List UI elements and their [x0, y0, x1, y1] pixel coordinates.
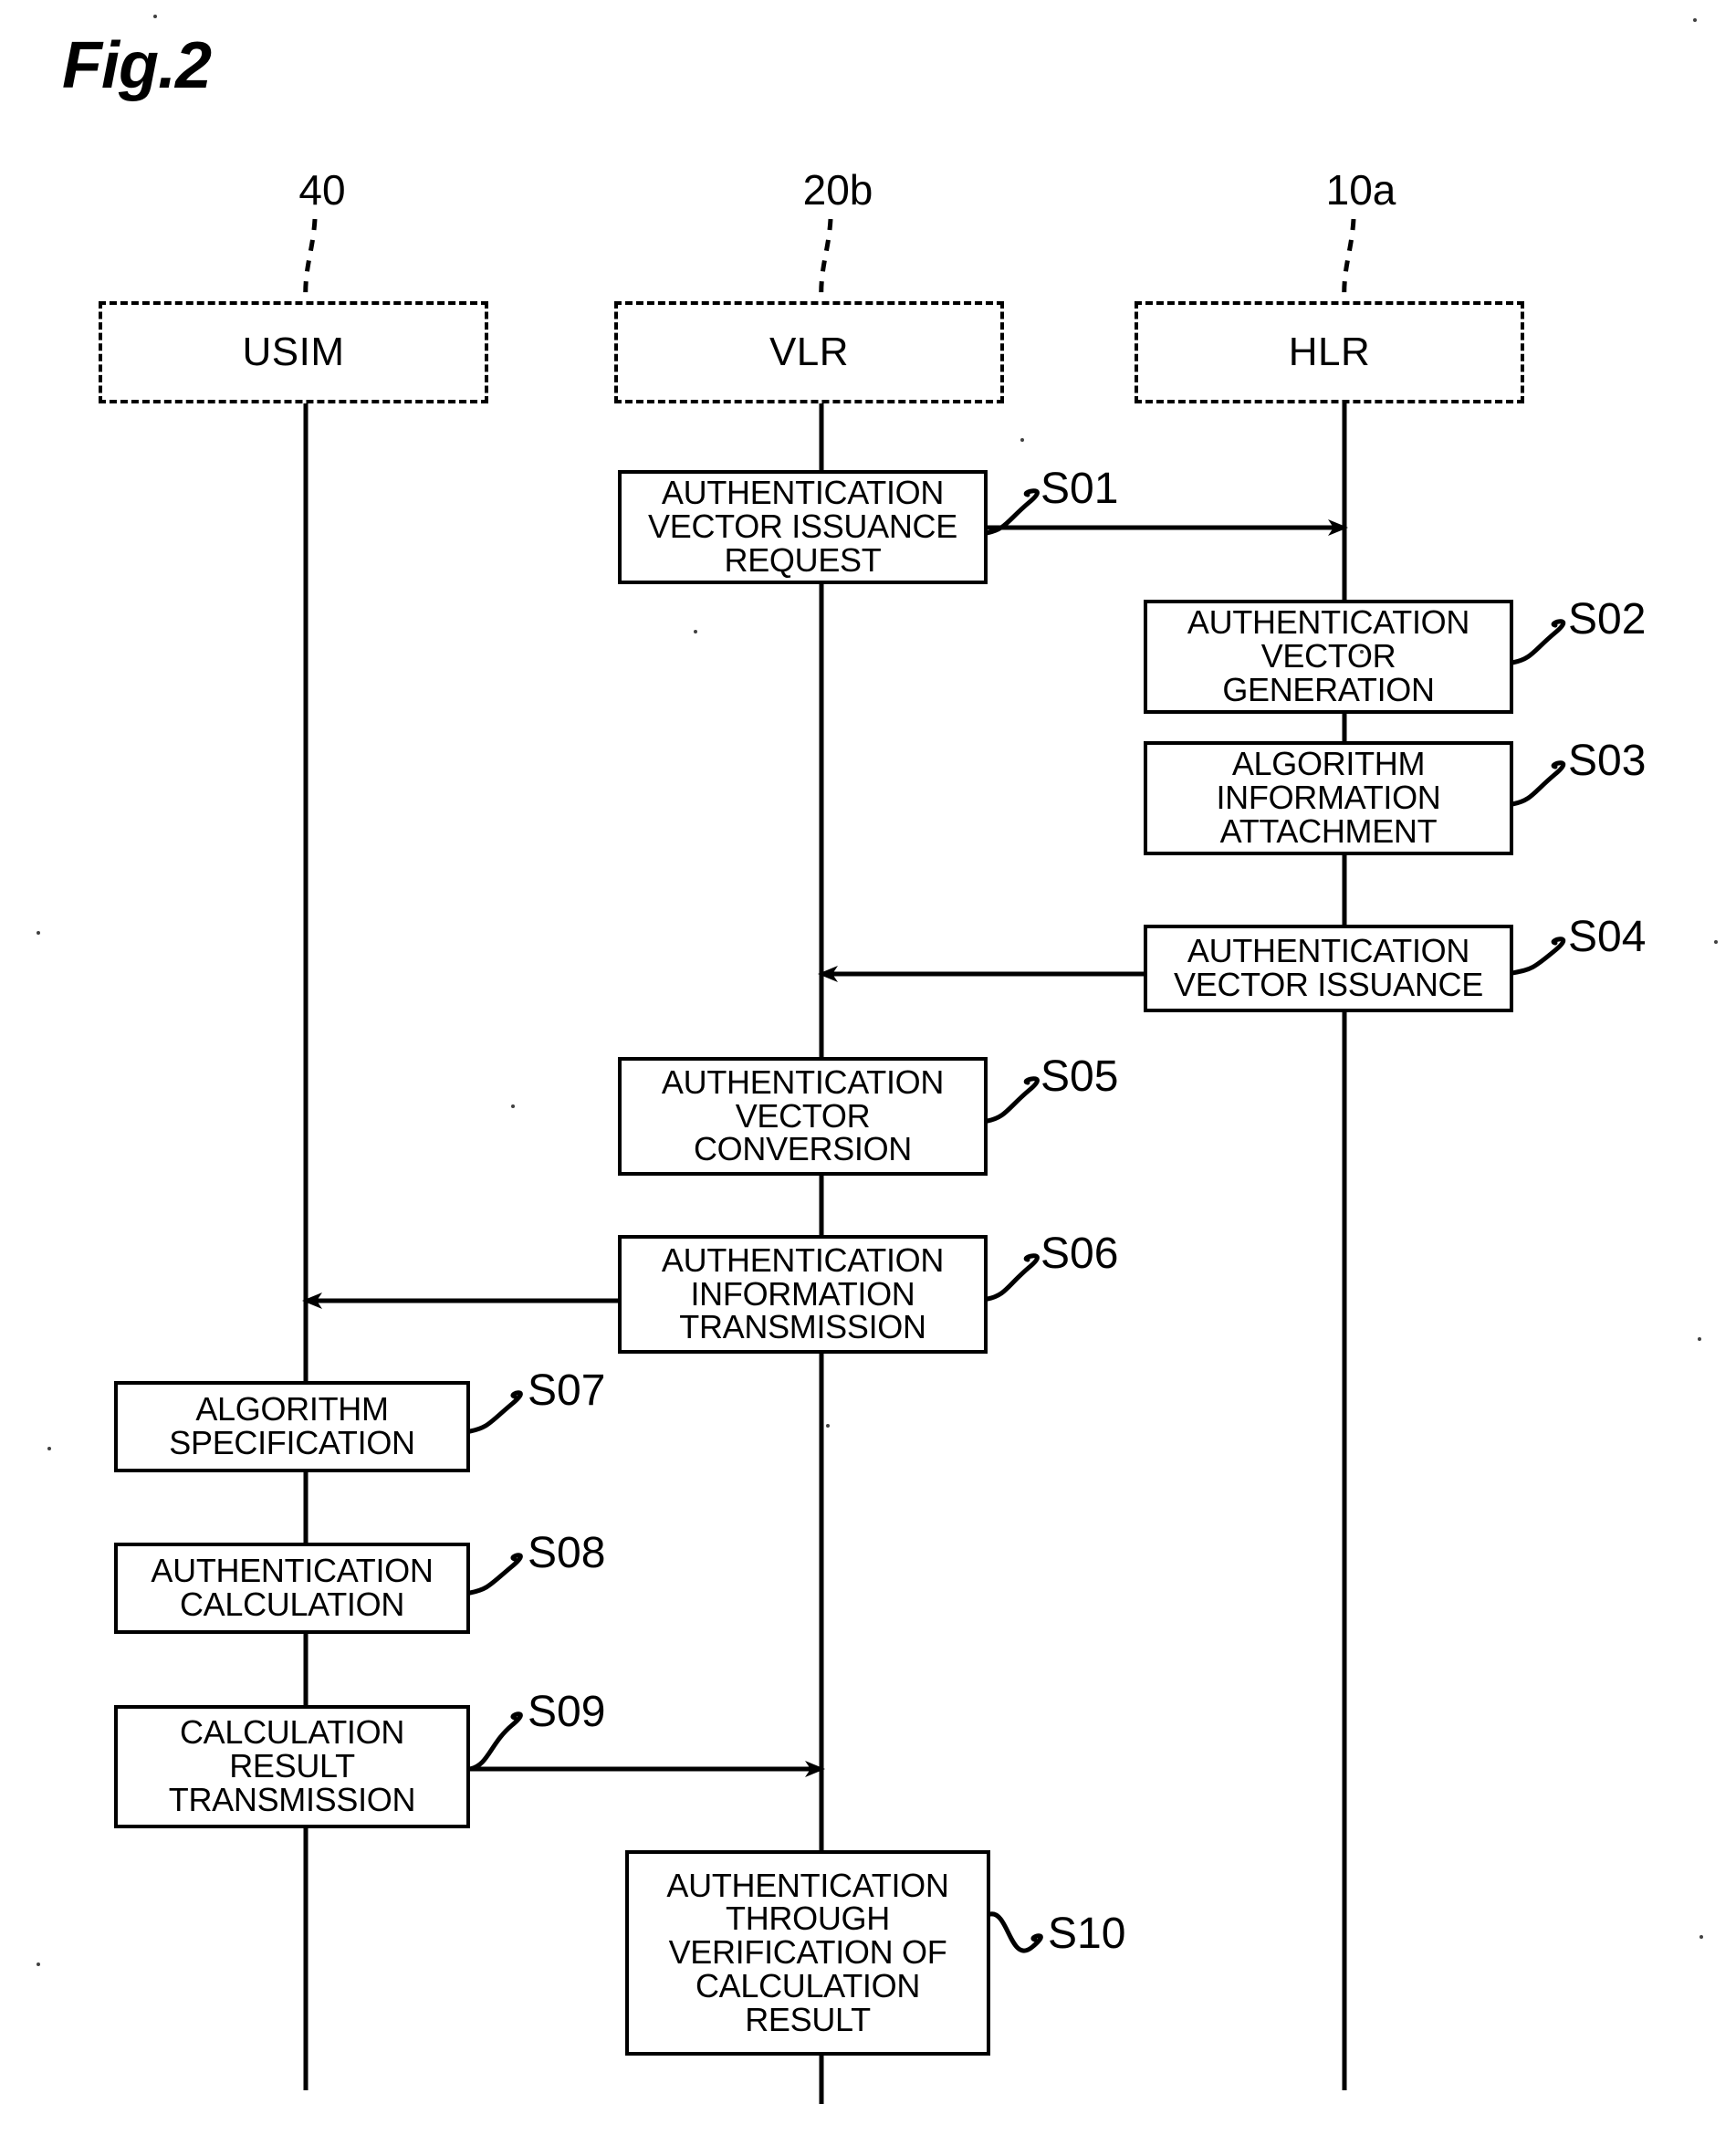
step-label-s04: AUTHENTICATION VECTOR ISSUANCE — [1174, 932, 1483, 1003]
actor-box-usim: USIM — [99, 301, 488, 403]
step-number-s10: S10 — [1048, 1910, 1126, 1958]
step-number-s07: S07 — [528, 1366, 606, 1415]
step-label-s06: AUTHENTICATION INFORMATION TRANSMISSION — [661, 1240, 945, 1346]
step-box-s01: AUTHENTICATION VECTOR ISSUANCE REQUEST — [618, 470, 988, 584]
scan-speck — [826, 1424, 830, 1428]
step-number-s04: S04 — [1568, 913, 1647, 961]
step-label-s10: AUTHENTICATION THROUGH VERIFICATION OF C… — [666, 1866, 949, 2038]
step-number-s06: S06 — [1041, 1230, 1119, 1278]
step-box-s07: ALGORITHM SPECIFICATION — [114, 1381, 470, 1472]
step-number-s01: S01 — [1041, 465, 1119, 513]
step-number-s02: S02 — [1568, 595, 1647, 644]
actor-label-usim: USIM — [242, 330, 345, 374]
scan-speck — [1714, 940, 1718, 944]
step-box-s05: AUTHENTICATION VECTOR CONVERSION — [618, 1057, 988, 1176]
step-number-s09: S09 — [528, 1688, 606, 1736]
step-number-s03: S03 — [1568, 737, 1647, 785]
step-box-s04: AUTHENTICATION VECTOR ISSUANCE — [1144, 925, 1513, 1012]
step-label-s05: AUTHENTICATION VECTOR CONVERSION — [661, 1062, 945, 1168]
figure-canvas: Fig.2 40 20b 10a USIM VLR HLR AUTHENTICATION… — [0, 0, 1736, 2156]
actor-box-vlr: VLR — [614, 301, 1004, 403]
step-number-s05: S05 — [1041, 1052, 1119, 1101]
scan-speck — [37, 1962, 40, 1966]
step-label-s09: CALCULATION RESULT TRANSMISSION — [168, 1713, 416, 1818]
reference-numeral-hlr: 10a — [1325, 166, 1396, 214]
scan-speck — [1020, 438, 1024, 442]
step-box-s06: AUTHENTICATION INFORMATION TRANSMISSION — [618, 1235, 988, 1354]
step-label-s08: AUTHENTICATION CALCULATION — [151, 1552, 434, 1623]
step-box-s08: AUTHENTICATION CALCULATION — [114, 1543, 470, 1634]
step-box-s10: AUTHENTICATION THROUGH VERIFICATION OF C… — [625, 1850, 990, 2056]
actor-label-hlr: HLR — [1288, 330, 1371, 374]
step-box-s09: CALCULATION RESULT TRANSMISSION — [114, 1705, 470, 1828]
step-label-s03: ALGORITHM INFORMATION ATTACHMENT — [1216, 745, 1441, 850]
reference-numeral-usim: 40 — [298, 166, 346, 214]
scan-speck — [1360, 650, 1364, 654]
step-label-s02: AUTHENTICATION VECTOR GENERATION — [1187, 603, 1470, 708]
actor-label-vlr: VLR — [769, 330, 850, 374]
scan-speck — [1698, 1337, 1701, 1341]
step-label-s01: AUTHENTICATION VECTOR ISSUANCE REQUEST — [648, 474, 957, 579]
scan-speck — [1699, 1935, 1703, 1939]
scan-speck — [1693, 18, 1697, 22]
step-box-s03: ALGORITHM INFORMATION ATTACHMENT — [1144, 741, 1513, 855]
figure-title: Fig.2 — [62, 29, 212, 102]
scan-speck — [47, 1447, 51, 1450]
step-label-s07: ALGORITHM SPECIFICATION — [169, 1390, 415, 1461]
scan-speck — [153, 15, 157, 18]
scan-speck — [37, 931, 40, 935]
scan-speck — [511, 1104, 515, 1108]
step-number-s08: S08 — [528, 1529, 606, 1577]
actor-box-hlr: HLR — [1135, 301, 1524, 403]
reference-numeral-vlr: 20b — [802, 166, 873, 214]
step-box-s02: AUTHENTICATION VECTOR GENERATION — [1144, 600, 1513, 714]
scan-speck — [694, 630, 697, 633]
